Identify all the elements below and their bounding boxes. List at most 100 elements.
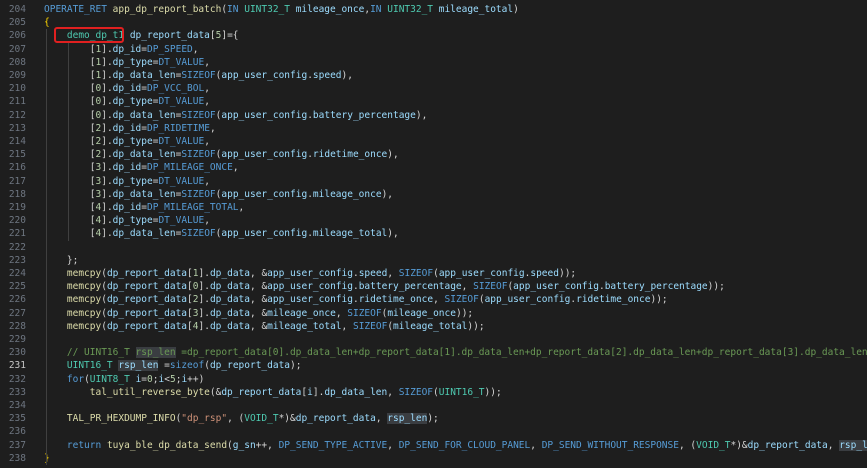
code-line[interactable]: 215 [2].dp_data_len=SIZEOF(app_user_conf… <box>0 148 867 161</box>
line-number: 210 <box>8 83 26 95</box>
code-token: mileage_once <box>312 188 382 200</box>
line-number: 222 <box>8 241 26 253</box>
code-token: *)& <box>730 439 748 451</box>
code-line[interactable]: 213 [2].dp_id=DP_RIDETIME, <box>0 122 867 135</box>
code-line[interactable]: 208 [1].dp_type=DT_VALUE, <box>0 56 867 69</box>
code-token: dp_data_len <box>112 70 176 81</box>
code-token: )); <box>467 320 485 332</box>
line-number: 217 <box>8 175 26 187</box>
code-token: SIZEOF <box>181 228 216 240</box>
code-token: (& <box>209 386 222 398</box>
code-token: )); <box>650 294 668 306</box>
code-token: dp_report_data <box>106 268 188 279</box>
code-line[interactable]: 228 memcpy(dp_report_data[4].dp_data, &m… <box>0 320 867 333</box>
code-token: UINT8_T <box>89 373 136 385</box>
line-number: 224 <box>8 268 26 279</box>
line-number: 207 <box>8 43 26 55</box>
code-token: sizeof <box>169 360 205 372</box>
code-line[interactable]: 211 [0].dp_type=DT_VALUE, <box>0 95 867 108</box>
code-token: ]. <box>101 188 113 200</box>
code-line[interactable]: 226 memcpy(dp_report_data[2].dp_data, &a… <box>0 293 867 306</box>
code-line[interactable]: 209 [1].dp_data_len=SIZEOF(app_user_conf… <box>0 69 867 82</box>
code-token: app_user_config <box>267 281 353 293</box>
code-line[interactable]: 205 { <box>0 16 867 29</box>
code-token: ]. <box>198 320 210 332</box>
code-line[interactable]: 237 return tuya_ble_dp_data_send(g_sn++,… <box>0 439 867 452</box>
code-token: ]. <box>101 162 113 174</box>
code-token: ]={ <box>221 30 239 42</box>
code-token: app_user_config <box>438 268 525 279</box>
code-token: dp_data <box>209 268 250 279</box>
code-token: memcpy <box>66 268 102 279</box>
code-line[interactable]: 230 // UINT16_T rsp_len =dp_report_data[… <box>0 346 867 359</box>
code-line[interactable]: 207 [1].dp_id=DP_SPEED, <box>0 43 867 56</box>
code-line[interactable]: 223 }; <box>0 254 867 267</box>
code-token: SIZEOF <box>347 307 382 319</box>
code-token: ), <box>387 149 399 161</box>
code-token: , ( <box>678 439 697 451</box>
code-line[interactable]: 231 UINT16_T rsp_len =sizeof(dp_report_d… <box>0 359 867 372</box>
code-token: ]. <box>312 386 325 398</box>
code-token: mileage_total <box>393 320 468 332</box>
code-editor[interactable]: 204 OPERATE_RET app_dp_report_batch(IN UI… <box>0 0 867 468</box>
code-token: , ( <box>227 413 245 425</box>
code-line[interactable]: 217 [3].dp_type=DT_VALUE, <box>0 175 867 188</box>
code-line[interactable]: 229 <box>0 333 867 346</box>
code-line[interactable]: 212 [0].dp_data_len=SIZEOF(app_user_conf… <box>0 109 867 122</box>
code-token: ]. <box>101 83 113 95</box>
code-token: dp_data_len <box>112 188 176 200</box>
code-line[interactable]: 234 <box>0 399 867 412</box>
code-line[interactable]: 219 [4].dp_id=DP_MILEAGE_TOTAL, <box>0 201 867 214</box>
code-line[interactable]: 235 TAL_PR_HEXDUMP_INFO("dp_rsp", (VOID_… <box>0 412 867 425</box>
code-line[interactable]: 222 <box>0 241 867 254</box>
code-token: mileage_total <box>312 228 388 240</box>
line-number: 219 <box>8 202 26 213</box>
code-token: = <box>158 360 170 372</box>
code-token: , & <box>250 268 268 279</box>
code-token: ]. <box>101 202 113 213</box>
line-number: 204 <box>8 4 26 15</box>
code-line[interactable]: 232 for(UINT8_T i=0;i<5;i++) <box>0 373 867 386</box>
code-line[interactable]: 227 memcpy(dp_report_data[3].dp_data, &m… <box>0 307 867 320</box>
code-token: OPERATE_RET <box>44 4 113 15</box>
code-line[interactable]: 238} <box>0 452 867 465</box>
code-line[interactable]: 233 tal_util_reverse_byte(&dp_report_dat… <box>0 386 867 399</box>
code-line[interactable]: 221 [4].dp_data_len=SIZEOF(app_user_conf… <box>0 227 867 240</box>
code-token: battery_percentage <box>358 281 462 293</box>
code-line[interactable]: 236 <box>0 425 867 438</box>
code-line[interactable]: 214 [2].dp_type=DT_VALUE, <box>0 135 867 148</box>
code-token: ]. <box>198 294 210 306</box>
line-number: 235 <box>8 413 26 425</box>
code-token: app_user_config <box>221 149 308 161</box>
code-line[interactable]: 206 demo_dp_t1 dp_report_data[5]={ <box>0 29 867 42</box>
code-token: { <box>44 17 50 29</box>
code-token: , <box>387 268 399 279</box>
code-token: SIZEOF <box>398 268 434 279</box>
code-token: , <box>204 56 210 68</box>
code-token: mileage_total <box>438 4 514 15</box>
code-token: dp_report_data <box>106 320 188 332</box>
code-token: ]. <box>101 109 113 121</box>
code-token: , <box>209 122 216 134</box>
line-number: 216 <box>8 162 26 174</box>
code-line[interactable]: 210 [0].dp_id=DP_VCC_BOL, <box>0 82 867 95</box>
code-line[interactable]: 225 memcpy(dp_report_data[0].dp_data, &a… <box>0 280 867 293</box>
code-line[interactable]: 220 [4].dp_type=DT_VALUE, <box>0 214 867 227</box>
code-token: DP_MILEAGE_ONCE <box>147 162 233 174</box>
code-token: rsp_len <box>839 439 867 451</box>
line-number: 234 <box>8 400 26 411</box>
code-token: dp_data_len <box>324 386 388 398</box>
code-token: dp_id <box>112 122 142 134</box>
code-token: ]. <box>101 175 113 187</box>
code-token: g_sn <box>232 439 256 451</box>
line-number: 215 <box>8 149 26 161</box>
code-line[interactable]: 216 [3].dp_id=DP_MILEAGE_ONCE, <box>0 161 867 174</box>
code-token: , <box>204 215 210 227</box>
code-line[interactable]: 204 OPERATE_RET app_dp_report_batch(IN UI… <box>0 3 867 16</box>
code-line[interactable]: 224 memcpy(dp_report_data[1].dp_data, &a… <box>0 267 867 280</box>
code-line[interactable]: 218 [3].dp_data_len=SIZEOF(app_user_conf… <box>0 188 867 201</box>
